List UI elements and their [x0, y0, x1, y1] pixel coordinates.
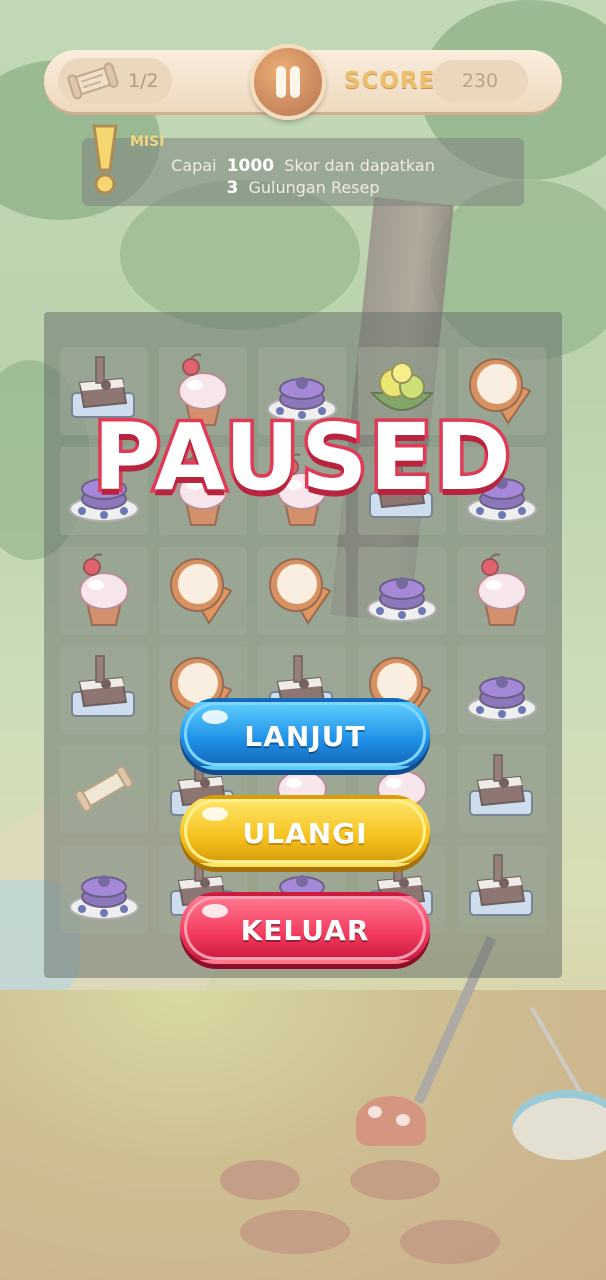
restart-button-label: ULANGI: [242, 817, 368, 850]
resume-button-label: LANJUT: [244, 720, 366, 753]
pause-overlay: [0, 0, 606, 1280]
exit-button-label: KELUAR: [240, 914, 370, 947]
paused-title: PAUSED: [90, 401, 515, 515]
exit-button[interactable]: KELUAR: [180, 892, 430, 964]
resume-button[interactable]: LANJUT: [180, 698, 430, 770]
restart-button[interactable]: ULANGI: [180, 795, 430, 867]
